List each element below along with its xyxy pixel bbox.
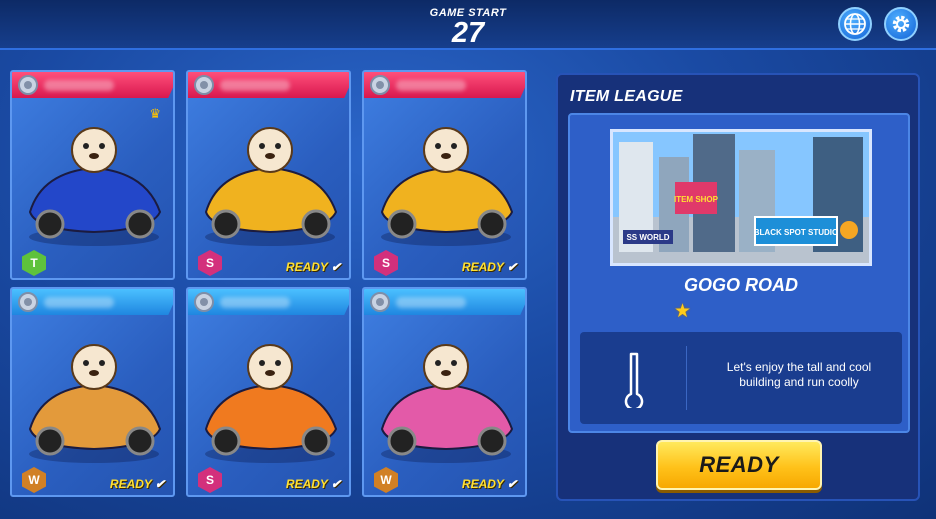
player-card[interactable]: ♛ T xyxy=(10,70,175,280)
track-thumbnail: ITEM SHOP BLACK SPOT STUDIO SS WORLD xyxy=(610,129,872,266)
kart-character-image xyxy=(204,344,338,463)
ready-status-label: READY xyxy=(285,260,328,274)
license-grade-badge: S xyxy=(198,467,222,493)
player-name-blurred xyxy=(220,80,290,91)
player-name-banner xyxy=(12,72,173,98)
player-name-blurred xyxy=(44,80,114,91)
ready-button[interactable]: READY xyxy=(656,440,822,490)
kart-character-image xyxy=(380,344,514,463)
track-name: GOGO ROAD xyxy=(683,275,798,295)
track-layout-icon xyxy=(624,352,644,408)
license-badge-icon xyxy=(18,75,38,95)
player-name-blurred xyxy=(220,297,290,308)
player-card[interactable]: W READY ✔ xyxy=(10,287,175,497)
license-grade-badge: W xyxy=(374,467,398,493)
license-badge-icon xyxy=(194,75,214,95)
gear-icon[interactable] xyxy=(884,7,918,41)
ready-button-label: READY xyxy=(699,452,779,477)
mode-title: ITEM LEAGUE xyxy=(570,88,683,105)
ready-status: READY ✔ xyxy=(286,477,341,491)
player-name-blurred xyxy=(44,297,114,308)
track-card: ITEM SHOP BLACK SPOT STUDIO SS WORLD GOG… xyxy=(568,113,910,433)
track-description-box: Let's enjoy the tall and cool building a… xyxy=(580,332,902,424)
sign-item-shop: ITEM SHOP xyxy=(674,195,719,204)
ready-status-label: READY xyxy=(285,477,328,491)
checkmark-icon: ✔ xyxy=(330,260,341,274)
countdown-timer: 27 xyxy=(451,17,485,49)
kart-character-image xyxy=(204,127,338,246)
player-name-banner xyxy=(364,289,525,315)
player-name-banner xyxy=(12,289,173,315)
player-card[interactable]: S READY ✔ xyxy=(186,287,351,497)
checkmark-icon: ✔ xyxy=(330,477,341,491)
track-description: Let's enjoy the tall and cool building a… xyxy=(726,360,872,389)
license-badge-icon xyxy=(370,75,390,95)
player-name-blurred xyxy=(396,297,466,308)
checkmark-icon: ✔ xyxy=(506,260,517,274)
checkmark-icon: ✔ xyxy=(506,477,517,491)
ready-status-label: READY xyxy=(461,260,504,274)
sign-black-spot: BLACK SPOT STUDIO xyxy=(754,228,838,237)
player-name-banner xyxy=(188,72,349,98)
track-info-panel: ITEM LEAGUE ITEM SHOP BLACK SPOT STUDIO xyxy=(556,73,920,501)
ready-status: READY ✔ xyxy=(462,260,517,274)
license-grade-badge: W xyxy=(22,467,46,493)
difficulty-star-icon: ★ xyxy=(674,301,692,322)
divider xyxy=(686,346,687,410)
player-card[interactable]: W READY ✔ xyxy=(362,287,527,497)
player-name-banner xyxy=(364,72,525,98)
ready-status: READY ✔ xyxy=(286,260,341,274)
license-badge-icon xyxy=(370,292,390,312)
license-grade-badge: S xyxy=(374,250,398,276)
kart-character-image xyxy=(28,344,162,463)
player-name-banner xyxy=(188,289,349,315)
ready-status: READY ✔ xyxy=(462,477,517,491)
globe-icon[interactable] xyxy=(838,7,872,41)
kart-character-image xyxy=(28,127,162,246)
player-card[interactable]: S READY ✔ xyxy=(186,70,351,280)
checkmark-icon: ✔ xyxy=(154,477,165,491)
kart-character-image xyxy=(380,127,514,246)
top-bar: GAME START 27 xyxy=(0,0,936,50)
license-grade-badge: S xyxy=(198,250,222,276)
ready-status-label: READY xyxy=(461,477,504,491)
license-badge-icon xyxy=(194,292,214,312)
ready-status-label: READY xyxy=(109,477,152,491)
license-grade-badge: T xyxy=(22,250,46,276)
sign-ss-world: SS WORLD xyxy=(626,233,669,242)
player-card[interactable]: S READY ✔ xyxy=(362,70,527,280)
license-badge-icon xyxy=(18,292,38,312)
ready-status: READY ✔ xyxy=(110,477,165,491)
lobby-screen: GAME START 27 ♛ T S READY ✔ S READY ✔ W READY ✔ S RE… xyxy=(0,0,936,519)
player-name-blurred xyxy=(396,80,466,91)
